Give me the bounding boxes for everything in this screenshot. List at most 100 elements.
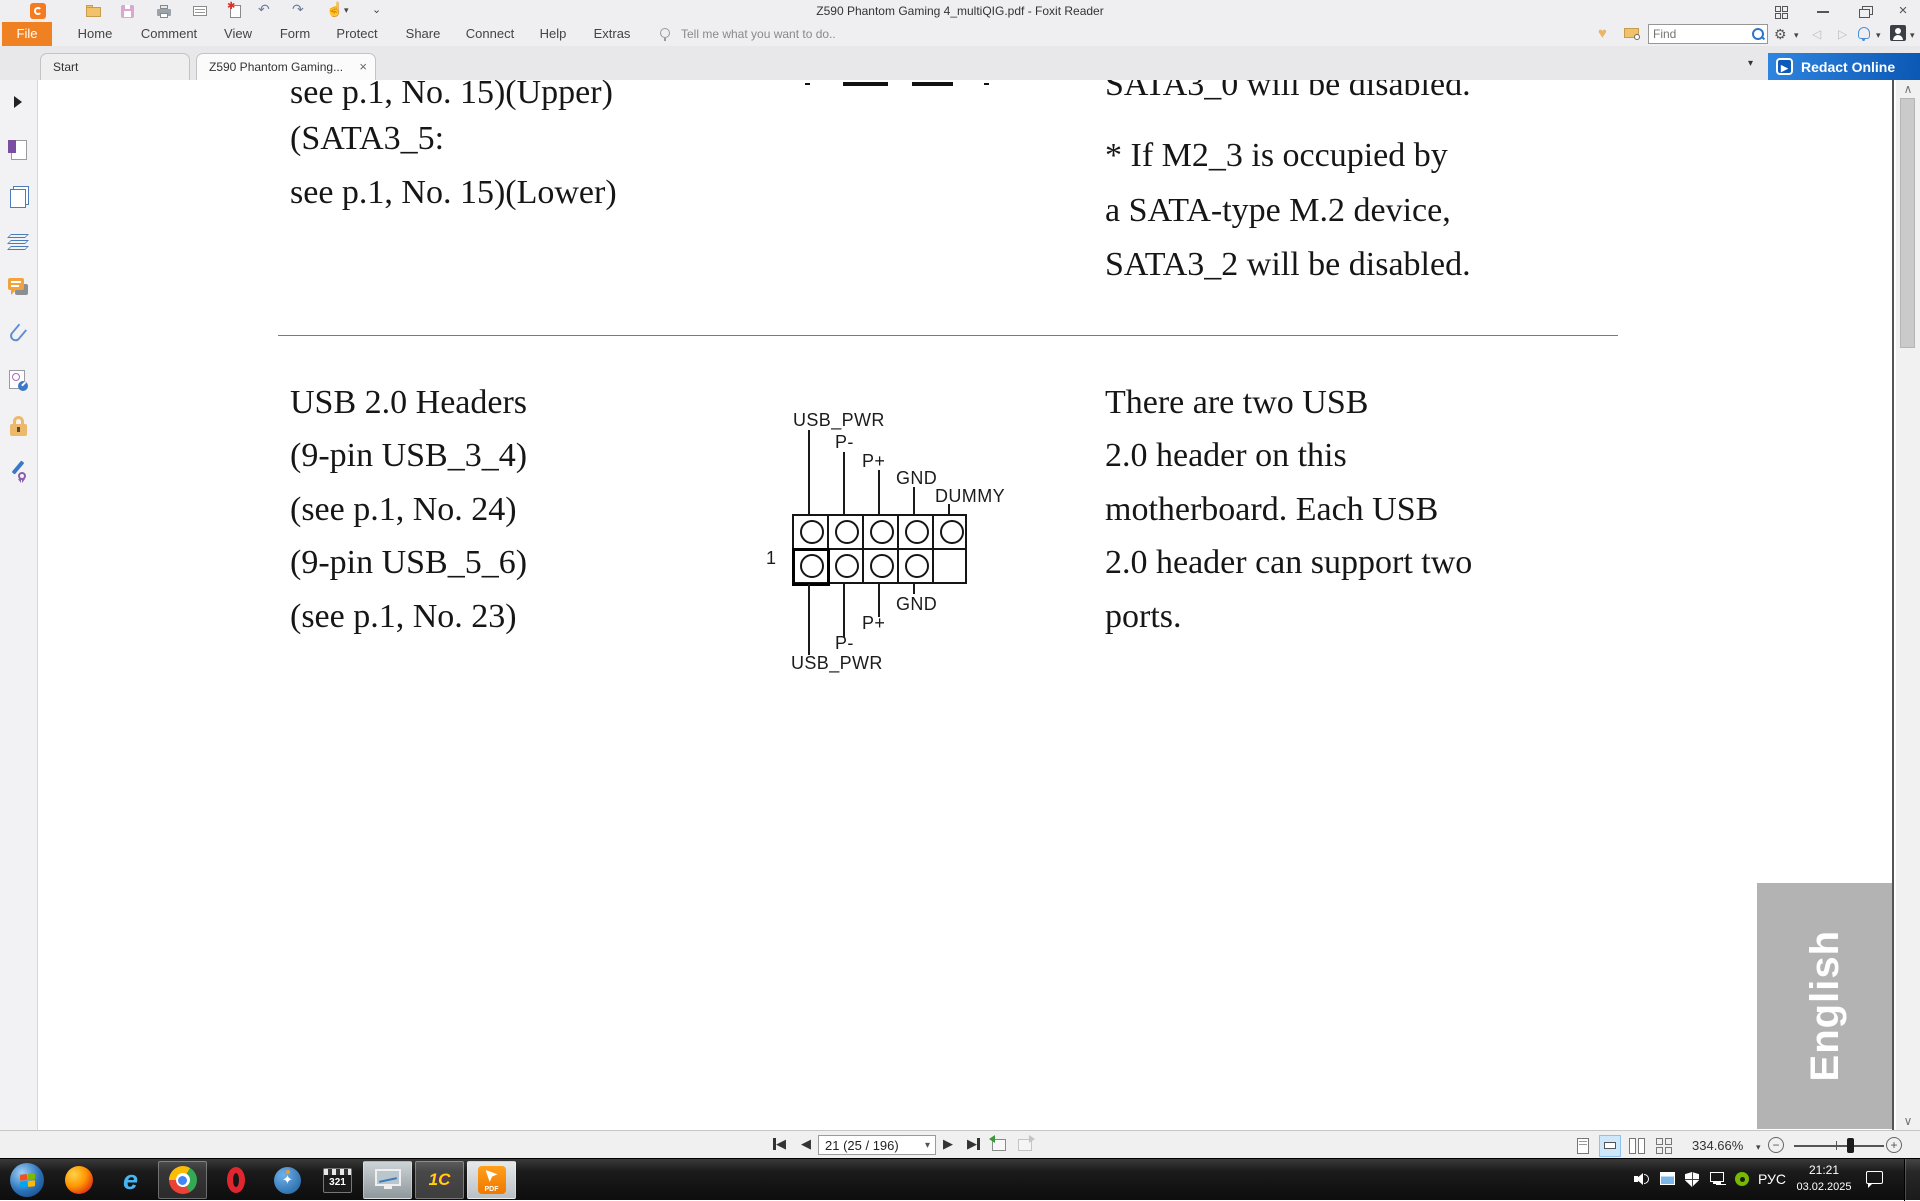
taskbar-firefox-icon[interactable] — [54, 1161, 103, 1199]
tell-me-search[interactable]: Tell me what you want to do.. — [681, 22, 836, 46]
next-view-button[interactable] — [1018, 1139, 1032, 1151]
scrollbar-thumb[interactable] — [1900, 98, 1915, 348]
tab-start[interactable]: Start — [40, 53, 190, 80]
nvidia-icon[interactable] — [1735, 1172, 1749, 1186]
menu-comment[interactable]: Comment — [141, 22, 197, 46]
history-forward-icon[interactable]: ▷ — [1838, 27, 1847, 41]
notification-bell-icon[interactable] — [1858, 27, 1870, 39]
vertical-scrollbar[interactable]: ∧ ∨ — [1896, 80, 1920, 1130]
history-back-icon[interactable]: ◁ — [1812, 27, 1821, 41]
taskbar-ie-icon[interactable]: e — [106, 1161, 155, 1199]
menu-share[interactable]: Share — [406, 22, 441, 46]
tab-close-icon[interactable]: × — [359, 54, 367, 80]
find-input[interactable] — [1649, 25, 1749, 43]
pin-label-usb-pwr-top: USB_PWR — [793, 410, 885, 431]
zoom-level-value[interactable]: 334.66% — [1692, 1138, 1743, 1153]
tab-list-caret[interactable]: ▾ — [1748, 58, 1753, 69]
page-number-box[interactable]: 21 (25 / 196) ▾ — [818, 1135, 936, 1155]
bell-caret[interactable]: ▾ — [1876, 30, 1881, 41]
bookmarks-panel-icon[interactable] — [8, 140, 30, 162]
show-desktop-button[interactable] — [1904, 1159, 1920, 1201]
section-divider — [278, 335, 1618, 336]
restore-button[interactable] — [1852, 3, 1878, 19]
last-page-button[interactable]: ▶ — [967, 1136, 980, 1152]
menu-file[interactable]: File — [2, 22, 52, 46]
pages-panel-icon[interactable] — [8, 186, 30, 208]
avatar-caret[interactable]: ▾ — [1910, 30, 1915, 41]
user-avatar[interactable] — [1890, 25, 1906, 41]
scroll-up-icon[interactable]: ∧ — [1896, 82, 1920, 96]
zoom-out-button[interactable]: − — [1768, 1137, 1784, 1153]
taskbar-mpc-icon[interactable]: 321 — [313, 1161, 362, 1199]
pin-label-p-plus-top: P+ — [862, 451, 885, 472]
doc-line: see p.1, No. 15)(Upper) — [290, 80, 613, 112]
expand-panel-icon[interactable] — [14, 96, 22, 108]
menu-extras[interactable]: Extras — [594, 22, 631, 46]
pin-one-marker — [792, 548, 830, 586]
scroll-down-icon[interactable]: ∨ — [1896, 1114, 1920, 1128]
previous-view-button[interactable] — [992, 1139, 1006, 1151]
zoom-slider-thumb[interactable] — [1847, 1138, 1854, 1153]
minimize-button[interactable] — [1810, 3, 1836, 19]
menu-view[interactable]: View — [224, 22, 252, 46]
menu-connect[interactable]: Connect — [466, 22, 514, 46]
search-folder-icon[interactable] — [1624, 28, 1639, 38]
volume-icon[interactable] — [1634, 1172, 1650, 1186]
search-icon[interactable] — [1752, 28, 1764, 40]
action-center-icon[interactable] — [1866, 1171, 1883, 1184]
language-side-tab-label: English — [1803, 930, 1848, 1081]
favorites-heart-icon[interactable]: ♥ — [1598, 25, 1607, 42]
doc-line: motherboard. Each USB — [1105, 491, 1438, 529]
zoom-in-button[interactable]: + — [1886, 1137, 1902, 1153]
taskbar-system-monitor-icon[interactable] — [363, 1161, 412, 1199]
zoom-slider-track[interactable] — [1794, 1145, 1884, 1147]
menu-protect[interactable]: Protect — [336, 22, 377, 46]
onec-label: 1С — [429, 1170, 451, 1190]
taskbar-1c-icon[interactable]: 1С — [415, 1161, 464, 1199]
foxit-pdf-label: PDF — [478, 1186, 506, 1193]
taskbar-chrome-icon[interactable] — [158, 1161, 207, 1199]
first-page-button[interactable]: ◀ — [773, 1136, 786, 1152]
settings-caret[interactable]: ▾ — [1794, 30, 1799, 41]
tray-time: 21:21 — [1796, 1162, 1852, 1179]
defender-shield-icon[interactable] — [1685, 1172, 1699, 1187]
next-page-button[interactable]: ▶ — [943, 1136, 953, 1152]
taskbar-foxit-icon[interactable]: PDF — [467, 1161, 516, 1199]
continuous-view-button[interactable] — [1599, 1135, 1621, 1157]
layers-panel-icon[interactable] — [8, 232, 30, 254]
pdf-page-view[interactable]: see p.1, No. 15)(Upper) (SATA3_5: see p.… — [38, 80, 1896, 1130]
taskbar-opera-icon[interactable] — [211, 1161, 260, 1199]
doc-line: SATA3_0 will be disabled. — [1105, 80, 1471, 104]
continuous-facing-view-button[interactable] — [1653, 1135, 1675, 1157]
single-page-view-button[interactable] — [1572, 1135, 1594, 1157]
kvm-window-icon[interactable] — [1660, 1172, 1675, 1185]
security-lock-icon[interactable] — [8, 415, 30, 437]
network-icon[interactable] — [1710, 1172, 1726, 1186]
settings-gear-icon[interactable]: ⚙ — [1774, 26, 1787, 43]
language-indicator[interactable]: РУС — [1758, 1171, 1786, 1187]
zoom-caret[interactable]: ▾ — [1756, 1142, 1761, 1153]
attachments-panel-icon[interactable] — [8, 324, 30, 346]
close-button[interactable]: × — [1890, 3, 1916, 19]
fields-panel-icon[interactable] — [8, 370, 30, 392]
menu-home[interactable]: Home — [78, 22, 113, 46]
pin-lead-line — [843, 584, 845, 637]
digital-signature-icon[interactable] — [8, 460, 30, 482]
previous-page-button[interactable]: ◀ — [801, 1136, 811, 1152]
tab-document[interactable]: Z590 Phantom Gaming... × — [196, 53, 376, 80]
start-button[interactable] — [10, 1163, 44, 1197]
menu-help[interactable]: Help — [540, 22, 567, 46]
menu-form[interactable]: Form — [280, 22, 310, 46]
fullscreen-toggle-icon[interactable] — [1768, 3, 1794, 19]
facing-view-button[interactable] — [1626, 1135, 1648, 1157]
comments-panel-icon[interactable] — [8, 278, 30, 300]
taskbar-compass-browser-icon[interactable]: ✦ — [263, 1161, 312, 1199]
pin-label-usb-pwr-bottom: USB_PWR — [791, 653, 883, 674]
page-number-value: 21 (25 / 196) — [825, 1138, 899, 1153]
windows-taskbar: e ✦ 321 — [0, 1158, 1920, 1200]
status-bar: ◀ ◀ 21 (25 / 196) ▾ ▶ ▶ — [0, 1130, 1920, 1159]
tray-clock[interactable]: 21:21 03.02.2025 — [1796, 1162, 1852, 1196]
pin-circle — [940, 520, 964, 544]
redact-online-button[interactable]: ▶ Redact Online — [1768, 53, 1920, 80]
page-box-caret[interactable]: ▾ — [925, 1136, 930, 1156]
